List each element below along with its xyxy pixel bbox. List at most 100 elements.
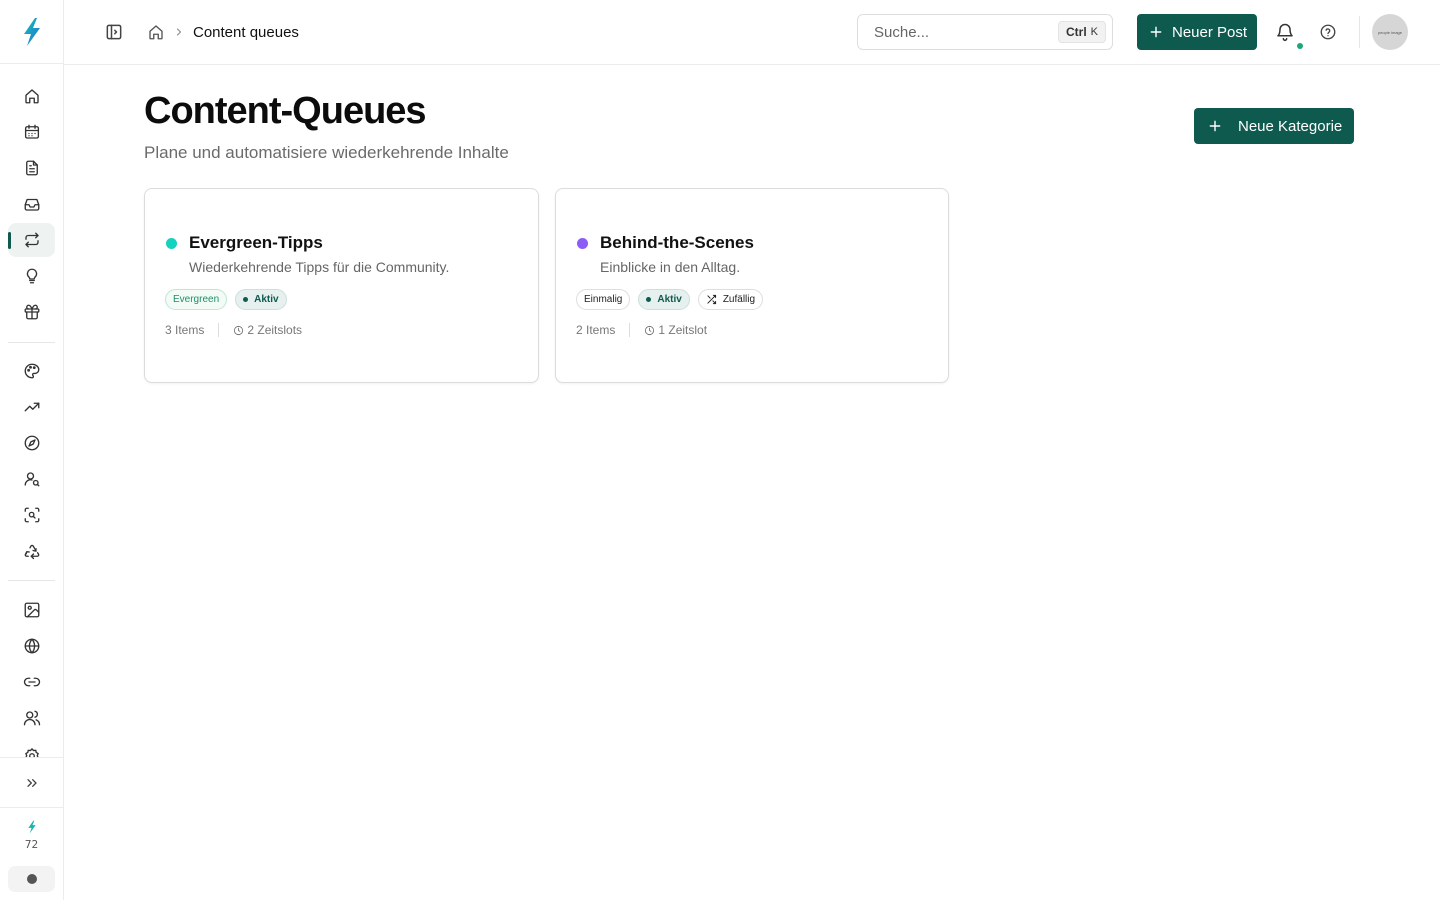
- help-circle-icon: [1320, 24, 1336, 40]
- queue-items-count: 2 Items: [576, 323, 616, 337]
- sidebar-item-repeat[interactable]: [8, 223, 55, 257]
- sidebar: 72: [0, 0, 64, 900]
- sidebar-item-calendar[interactable]: [8, 115, 55, 149]
- globe-icon: [24, 638, 39, 654]
- users-icon: [23, 710, 40, 726]
- new-category-button[interactable]: Neue Kategorie: [1194, 108, 1355, 144]
- sidebar-item-recycle[interactable]: [8, 534, 55, 568]
- bell-icon: [1277, 23, 1293, 42]
- gift-icon: [24, 304, 39, 320]
- new-category-label: Neue Kategorie: [1238, 117, 1343, 135]
- sidebar-item-settings[interactable]: [8, 737, 55, 757]
- compass-icon: [24, 435, 39, 451]
- sidebar-item-home[interactable]: [8, 79, 55, 113]
- credits-counter: 72: [0, 820, 63, 851]
- sidebar-item-trending[interactable]: [8, 390, 55, 424]
- inbox-icon: [24, 198, 39, 211]
- recycle-icon: [24, 544, 39, 560]
- new-post-label: Neuer Post: [1172, 23, 1248, 41]
- active-dot: [243, 297, 249, 302]
- evergreen-badge: Evergreen: [165, 289, 228, 310]
- queue-meta: 2 Items 1 Zeitslot: [576, 323, 707, 337]
- toggle-sidebar-button[interactable]: [104, 22, 124, 42]
- queue-badges: Einmalig Aktiv Zufällig: [576, 289, 764, 310]
- bolt-icon: [27, 820, 36, 834]
- user-search-icon: [24, 472, 39, 487]
- shortcut-hint: Ctrl K: [1057, 21, 1106, 43]
- sidebar-divider: [8, 580, 55, 581]
- repeat-icon: [24, 232, 39, 248]
- document-icon: [25, 160, 38, 176]
- avatar-text: people image: [1377, 29, 1403, 35]
- queue-description: Wiederkehrende Tipps für die Community.: [189, 259, 450, 275]
- breadcrumb-current: Content queues: [193, 23, 299, 41]
- active-label: Aktiv: [657, 294, 682, 305]
- topbar-divider: [1359, 16, 1360, 48]
- meta-divider: [218, 323, 220, 337]
- sidebar-divider: [8, 342, 55, 343]
- sidebar-item-lightbulb[interactable]: [8, 259, 55, 293]
- app-logo[interactable]: [0, 0, 63, 64]
- queue-card-behind-the-scenes[interactable]: Behind-the-Scenes Einblicke in den Allta…: [555, 188, 949, 383]
- clock-icon: [234, 325, 244, 335]
- sidebar-item-inbox[interactable]: [8, 187, 55, 221]
- sidebar-item-image[interactable]: [8, 593, 55, 627]
- plus-icon: [1209, 120, 1221, 132]
- expand-sidebar-button[interactable]: [8, 766, 55, 800]
- page-title: Content-Queues: [144, 90, 427, 132]
- bolt-logo-icon: [23, 17, 40, 46]
- sidebar-item-users[interactable]: [8, 701, 55, 735]
- calendar-icon: [24, 124, 39, 139]
- status-indicator[interactable]: [8, 866, 55, 892]
- search-box: Ctrl K: [857, 14, 1113, 50]
- sidebar-item-scan-search[interactable]: [8, 498, 55, 532]
- once-badge: Einmalig: [576, 289, 631, 310]
- queue-title: Evergreen-Tipps: [189, 233, 323, 252]
- notifications-button[interactable]: [1275, 22, 1295, 42]
- panel-left-icon: [106, 24, 122, 40]
- clock-icon: [645, 325, 655, 335]
- sidebar-divider: [0, 807, 63, 808]
- active-badge: Aktiv: [235, 289, 287, 310]
- settings-icon: [24, 748, 39, 757]
- notification-badge: [1297, 43, 1303, 49]
- trending-icon: [24, 402, 39, 412]
- queue-color-dot: [577, 238, 588, 249]
- random-badge: Zufällig: [697, 289, 764, 310]
- new-post-button[interactable]: Neuer Post: [1137, 14, 1258, 50]
- home-icon[interactable]: [147, 23, 165, 41]
- shuffle-icon: [707, 294, 716, 305]
- sidebar-item-user-search[interactable]: [8, 462, 55, 496]
- link-icon: [23, 677, 40, 687]
- sidebar-item-compass[interactable]: [8, 426, 55, 460]
- sidebar-item-gift[interactable]: [8, 295, 55, 329]
- chevrons-right-icon: [26, 779, 37, 787]
- queue-items-count: 3 Items: [165, 323, 205, 337]
- sidebar-item-palette[interactable]: [8, 354, 55, 388]
- queue-description: Einblicke in den Alltag.: [600, 259, 741, 275]
- sidebar-item-globe[interactable]: [8, 629, 55, 663]
- active-dot: [646, 297, 652, 302]
- home-icon: [24, 89, 39, 104]
- search-input[interactable]: [859, 16, 1049, 48]
- help-button[interactable]: [1319, 23, 1337, 41]
- queue-meta: 3 Items 2 Zeitslots: [165, 323, 302, 337]
- avatar[interactable]: people image: [1372, 14, 1408, 50]
- active-label: Aktiv: [254, 294, 279, 305]
- meta-divider: [629, 323, 631, 337]
- status-dot: [26, 874, 37, 884]
- active-badge: Aktiv: [638, 289, 690, 310]
- sidebar-item-link[interactable]: [8, 665, 55, 699]
- shortcut-mod: Ctrl: [1065, 25, 1087, 39]
- random-label: Zufällig: [722, 294, 756, 305]
- topbar: Content queues Ctrl K Neuer Post people …: [64, 0, 1440, 65]
- sidebar-divider: [0, 757, 63, 758]
- queue-color-dot: [166, 238, 177, 249]
- queue-badges: Evergreen Aktiv: [165, 289, 287, 310]
- queue-slots-count: 2 Zeitslots: [247, 323, 303, 337]
- image-icon: [24, 602, 39, 618]
- breadcrumb: Content queues: [147, 21, 299, 43]
- sidebar-item-document[interactable]: [8, 151, 55, 185]
- shortcut-key: K: [1090, 26, 1098, 38]
- queue-card-evergreen-tipps[interactable]: Evergreen-Tipps Wiederkehrende Tipps für…: [144, 188, 539, 383]
